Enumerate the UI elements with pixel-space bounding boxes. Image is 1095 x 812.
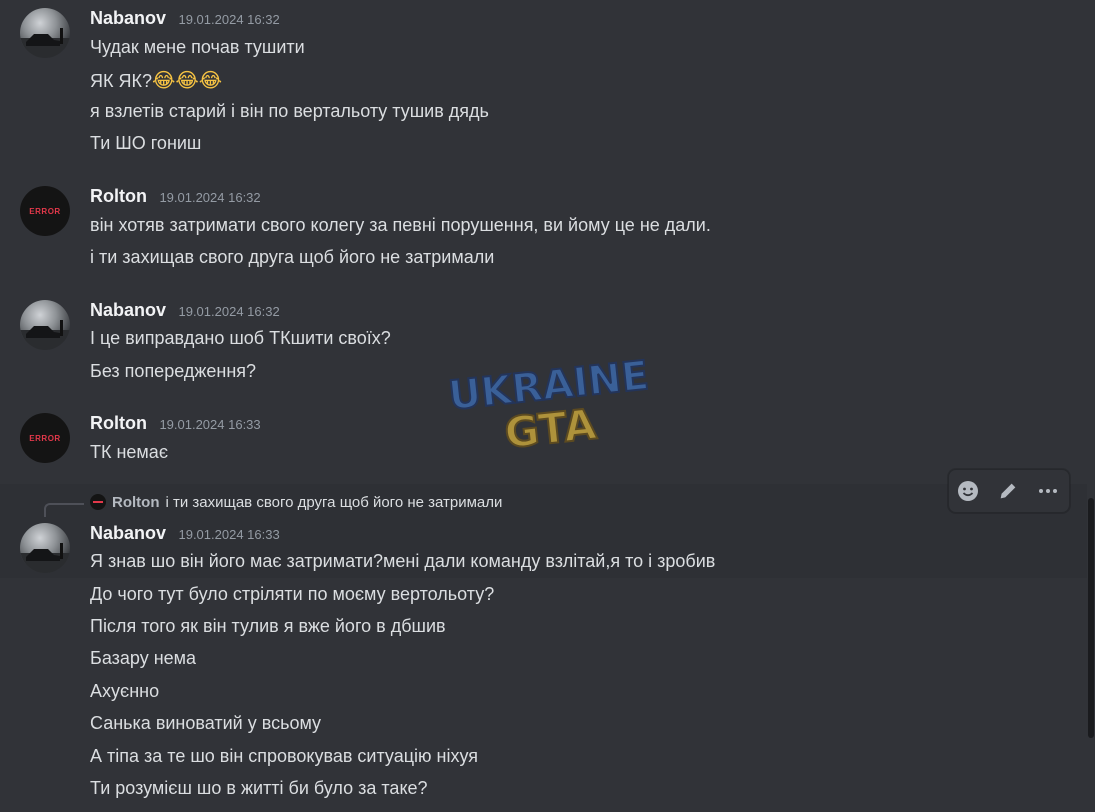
timestamp[interactable]: 19.01.2024 16:33 xyxy=(159,417,260,432)
message-line: я взлетів старий і він по вертальоту туш… xyxy=(90,101,489,121)
message-line: Санька виноватий у всьому xyxy=(90,713,322,733)
message-line: Після того як він тулив я вже його в дбш… xyxy=(90,616,446,636)
message-line: А тіпа за те шо він спровокував ситуацію… xyxy=(90,746,479,766)
message-line: ТК немає xyxy=(90,442,169,462)
message-hover-toolbar xyxy=(948,469,1070,513)
message-line: Базару нема xyxy=(90,648,197,668)
watermark-line-2: GTA xyxy=(502,399,599,455)
add-reaction-icon[interactable] xyxy=(953,476,983,506)
timestamp[interactable]: 19.01.2024 16:32 xyxy=(159,190,260,205)
reply-spine xyxy=(44,503,84,517)
chat-messages: Nabanov 19.01.2024 16:32 Чудак мене поча… xyxy=(0,0,1095,812)
avatar-error-label: ERROR xyxy=(29,206,61,216)
ukraine-gta-watermark: UKRAINE GTA xyxy=(440,352,660,459)
timestamp[interactable]: 19.01.2024 16:33 xyxy=(178,527,279,542)
username[interactable]: Nabanov xyxy=(90,8,166,28)
reply-preview[interactable]: Rolton і ти захищав свого друга щоб його … xyxy=(90,494,502,511)
avatar-nabanov[interactable] xyxy=(20,523,70,573)
username[interactable]: Nabanov xyxy=(90,300,166,320)
scrollbar-thumb[interactable] xyxy=(1088,498,1094,738)
reply-username[interactable]: Rolton xyxy=(112,494,159,511)
emoji-laughing-icon[interactable]: 😂😂😂 xyxy=(152,68,222,92)
avatar-nabanov[interactable] xyxy=(20,300,70,350)
edit-icon[interactable] xyxy=(993,476,1023,506)
message-line: він хотяв затримати свого колегу за певн… xyxy=(90,215,711,235)
username[interactable]: Rolton xyxy=(90,186,147,206)
message-line: До чого тут було стріляти по моєму верто… xyxy=(90,584,495,604)
message-line: Ахуєнно xyxy=(90,681,160,701)
message-line: Я знав шо він його має затримати?мені да… xyxy=(90,551,716,571)
avatar-nabanov[interactable] xyxy=(20,8,70,58)
timestamp[interactable]: 19.01.2024 16:32 xyxy=(178,304,279,319)
message-line: ЯК ЯК?😂😂😂 xyxy=(90,68,222,92)
username[interactable]: Nabanov xyxy=(90,523,166,543)
message-line: і ти захищав свого друга щоб його не зат… xyxy=(90,247,495,267)
reply-avatar xyxy=(90,494,106,511)
more-icon[interactable] xyxy=(1033,476,1063,506)
message-line: Чудак мене почав тушити xyxy=(90,37,305,57)
avatar-error-label: ERROR xyxy=(29,433,61,443)
message-line: Ти розумієш шо в житті би було за таке? xyxy=(90,778,428,798)
message-line: Ти ШО гониш xyxy=(90,133,202,153)
username[interactable]: Rolton xyxy=(90,413,147,433)
message-text: ЯК ЯК? xyxy=(90,71,152,91)
message-line: Без попередження? xyxy=(90,361,257,381)
avatar-rolton[interactable]: ERROR xyxy=(20,413,70,463)
avatar-rolton[interactable]: ERROR xyxy=(20,186,70,236)
reply-text[interactable]: і ти захищав свого друга щоб його не зат… xyxy=(165,494,502,511)
message-line: І це виправдано шоб ТКшити своїх? xyxy=(90,328,391,348)
timestamp[interactable]: 19.01.2024 16:32 xyxy=(178,12,279,27)
